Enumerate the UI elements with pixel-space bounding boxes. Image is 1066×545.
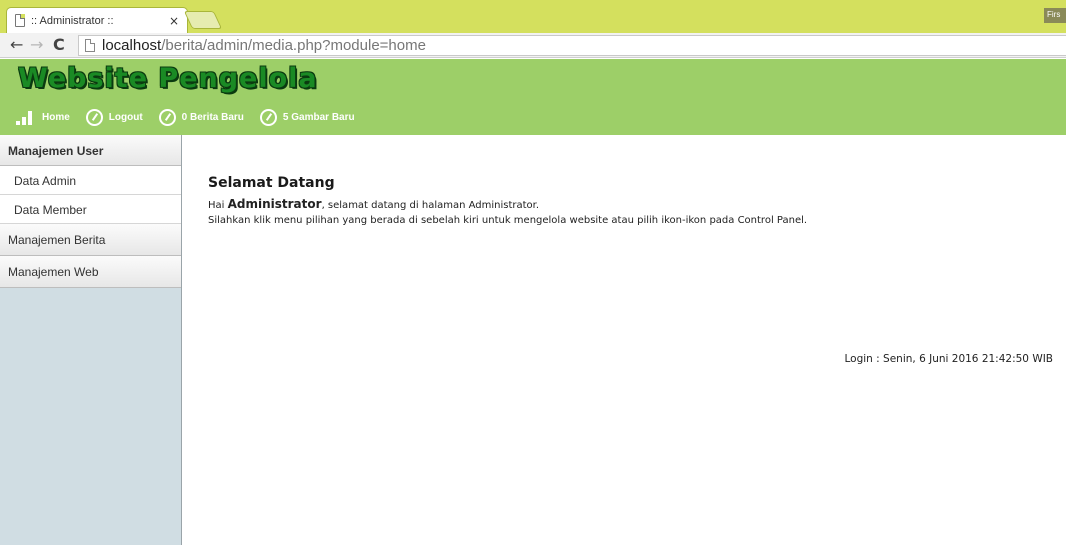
- profile-button[interactable]: Firs: [1044, 8, 1066, 23]
- nav-berita-baru-label: 0 Berita Baru: [181, 112, 244, 123]
- sidebar-item-data-member[interactable]: Data Member: [0, 195, 181, 224]
- nav-logout[interactable]: Logout: [85, 109, 143, 126]
- signal-bars-icon: [16, 110, 36, 125]
- sidebar-section-manajemen-web[interactable]: Manajemen Web: [0, 256, 181, 288]
- close-icon[interactable]: ×: [169, 14, 179, 28]
- url-host: localhost: [102, 37, 162, 54]
- nav-gambar-baru[interactable]: 5 Gambar Baru: [259, 109, 355, 126]
- nav-home[interactable]: Home: [16, 110, 70, 125]
- site-title: Website Pengelola: [18, 63, 318, 94]
- page-icon: [85, 39, 95, 52]
- new-tab-button[interactable]: [183, 11, 223, 29]
- nav-home-label: Home: [42, 112, 70, 123]
- page-title: Selamat Datang: [208, 175, 335, 191]
- browser-tab[interactable]: :: Administrator :: ×: [6, 7, 188, 33]
- login-info: Login : Senin, 6 Juni 2016 21:42:50 WIB: [844, 353, 1053, 365]
- nav-berita-baru[interactable]: 0 Berita Baru: [158, 109, 244, 126]
- main-content: Selamat Datang Hai Administrator, selama…: [183, 135, 1066, 545]
- welcome-message: Hai Administrator, selamat datang di hal…: [208, 197, 807, 228]
- sidebar-item-data-admin[interactable]: Data Admin: [0, 166, 181, 195]
- tab-title: :: Administrator ::: [31, 14, 114, 27]
- nav-gambar-baru-label: 5 Gambar Baru: [282, 112, 355, 123]
- sidebar-section-manajemen-user[interactable]: Manajemen User: [0, 135, 181, 166]
- reload-icon[interactable]: C: [53, 36, 65, 54]
- compass-icon: [85, 109, 103, 126]
- sidebar: Manajemen User Data Admin Data Member Ma…: [0, 135, 182, 545]
- instruction-text: Silahkan klik menu pilihan yang berada d…: [208, 215, 808, 226]
- nav-logout-label: Logout: [108, 112, 143, 123]
- browser-toolbar: ← → C localhost/berita/admin/media.php?m…: [0, 33, 1066, 58]
- compass-icon: [259, 109, 277, 126]
- forward-arrow-icon[interactable]: →: [30, 36, 43, 54]
- back-arrow-icon[interactable]: ←: [10, 36, 23, 54]
- greeting-name: Administrator: [227, 197, 322, 211]
- compass-icon: [158, 109, 176, 126]
- browser-tab-strip: :: Administrator :: × Firs: [0, 0, 1066, 33]
- top-navigation: Home Logout 0 Berita Baru 5 Gambar Baru: [16, 109, 371, 126]
- greeting-prefix: Hai: [208, 200, 228, 211]
- site-header: Website Pengelola Home Logout 0 Berita B…: [0, 59, 1066, 135]
- greeting-suffix: , selamat datang di halaman Administrato…: [321, 200, 540, 211]
- page-icon: [15, 14, 25, 27]
- url-path: /berita/admin/media.php?module=home: [161, 37, 426, 54]
- address-bar[interactable]: localhost/berita/admin/media.php?module=…: [78, 35, 1066, 56]
- sidebar-section-manajemen-berita[interactable]: Manajemen Berita: [0, 224, 181, 256]
